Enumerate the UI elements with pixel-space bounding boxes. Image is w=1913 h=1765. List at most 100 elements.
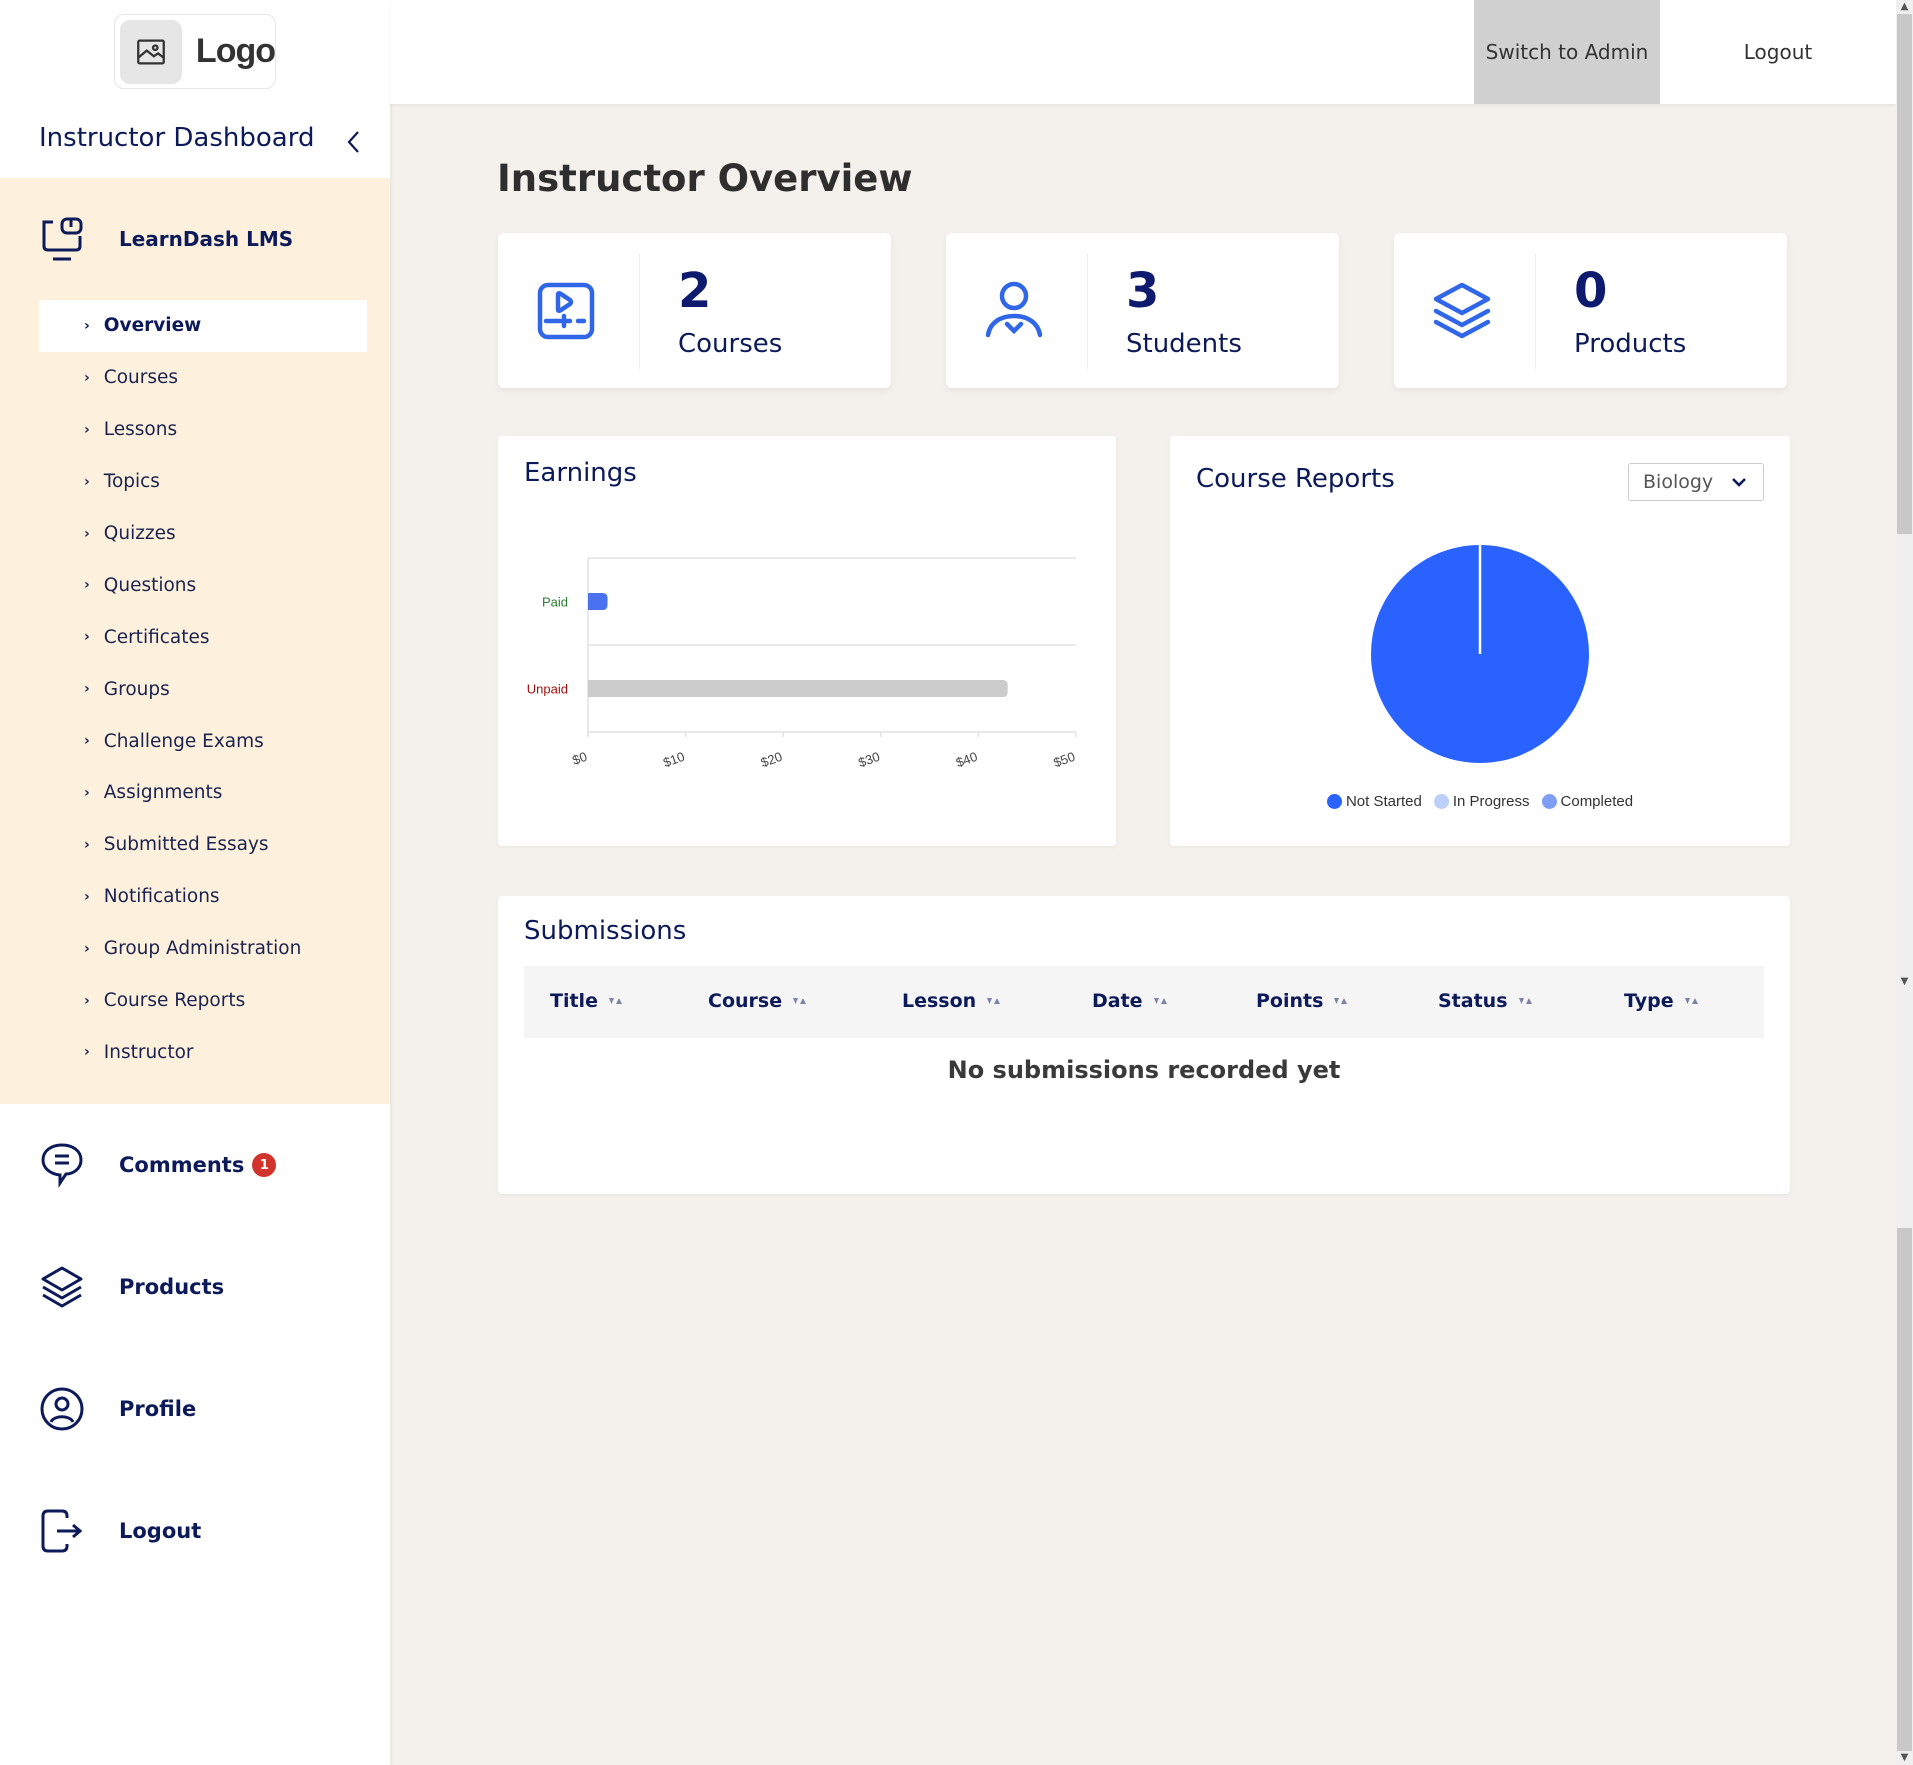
stat-card-products[interactable]: 0 Products xyxy=(1394,233,1787,388)
sidebar-item-instructor[interactable]: › Instructor xyxy=(39,1026,367,1078)
image-placeholder-icon xyxy=(120,19,182,84)
learndash-board-icon xyxy=(42,217,83,261)
collapse-sidebar-button[interactable] xyxy=(341,127,365,157)
chevron-right-icon: › xyxy=(84,888,90,905)
card-divider xyxy=(639,253,640,369)
sidebar-item-comments[interactable]: Comments 1 xyxy=(39,1142,277,1188)
students-label: Students xyxy=(1126,329,1242,359)
learndash-lms-label: LearnDash LMS xyxy=(119,227,294,251)
legend-swatch xyxy=(1433,794,1449,809)
column-header-date[interactable]: Date xyxy=(1092,990,1171,1012)
sidebar-item-topics[interactable]: › Topics xyxy=(39,456,367,508)
submissions-panel: Submissions Title Course Lesson Date Poi… xyxy=(498,896,1790,1194)
course-reports-pie-chart xyxy=(1371,545,1589,763)
x-tick-label: $10 xyxy=(661,749,687,771)
card-divider xyxy=(1535,253,1536,369)
stat-card-students[interactable]: 3 Students xyxy=(946,233,1339,388)
sidebar-item-profile[interactable]: Profile xyxy=(39,1386,196,1432)
sort-icon xyxy=(987,998,1001,1004)
scrollbar-thumb[interactable] xyxy=(1897,1228,1912,1751)
chevron-right-icon: › xyxy=(84,681,90,698)
scroll-down-arrow[interactable]: ▼ xyxy=(1896,1751,1913,1765)
sidebar-item-products[interactable]: Products xyxy=(39,1264,224,1310)
learndash-lms-nav[interactable]: LearnDash LMS xyxy=(39,216,293,262)
products-label: Products xyxy=(119,1275,225,1299)
submissions-table-header: Title Course Lesson Date Points Status T… xyxy=(524,966,1764,1038)
logo[interactable]: Logo xyxy=(114,14,276,89)
sidebar-item-challenge-exams[interactable]: › Challenge Exams xyxy=(39,715,367,767)
sort-icon xyxy=(1684,998,1698,1004)
legend-swatch xyxy=(1326,794,1342,809)
x-tick-label: $40 xyxy=(954,749,980,771)
sidebar-item-courses[interactable]: › Courses xyxy=(39,352,367,404)
column-header-points[interactable]: Points xyxy=(1256,990,1351,1012)
sidebar-item-lessons[interactable]: › Lessons xyxy=(39,404,367,456)
top-logout-button[interactable]: Logout xyxy=(1660,0,1896,104)
sort-icon xyxy=(608,998,622,1004)
card-divider xyxy=(1087,253,1088,369)
course-reports-panel: Course Reports Biology Not Started In Pr… xyxy=(1170,436,1790,846)
stat-card-courses[interactable]: 2 Courses xyxy=(498,233,891,388)
products-count: 0 xyxy=(1574,263,1608,319)
pie-legend: Not Started In Progress Completed xyxy=(1170,793,1790,810)
comment-icon xyxy=(41,1143,83,1188)
chevron-right-icon: › xyxy=(84,369,90,386)
sidebar-item-group-administration[interactable]: › Group Administration xyxy=(39,923,367,975)
sidebar-item-course-reports[interactable]: › Course Reports xyxy=(39,975,367,1027)
page-scrollbar[interactable]: ▲ ▼ ▼ xyxy=(1896,0,1913,1765)
chevron-right-icon: › xyxy=(84,317,90,334)
sidebar-item-quizzes[interactable]: › Quizzes xyxy=(39,508,367,560)
sidebar-item-notifications[interactable]: › Notifications xyxy=(39,871,367,923)
earnings-panel: Earnings $0 $10 $20 $30 $40 $50 Paid Unpaid xyxy=(498,436,1116,846)
chevron-right-icon: › xyxy=(84,733,90,750)
sidebar-item-overview[interactable]: › Overview xyxy=(39,300,367,352)
legend-item-completed[interactable]: Completed xyxy=(1541,793,1633,810)
sidebar-item-groups[interactable]: › Groups xyxy=(39,663,367,715)
sidebar-item-questions[interactable]: › Questions xyxy=(39,559,367,611)
profile-icon xyxy=(40,1387,84,1431)
layers-icon xyxy=(41,1266,83,1308)
sidebar-item-logout[interactable]: Logout xyxy=(39,1508,201,1554)
comments-count-badge: 1 xyxy=(252,1153,277,1177)
chevron-left-icon xyxy=(347,131,359,153)
category-label-paid: Paid xyxy=(542,595,568,610)
scroll-down-arrow[interactable]: ▼ xyxy=(1896,975,1913,989)
profile-label: Profile xyxy=(119,1397,197,1421)
switch-to-admin-button[interactable]: Switch to Admin xyxy=(1474,0,1660,104)
scrollbar-thumb[interactable] xyxy=(1897,14,1912,534)
category-label-unpaid: Unpaid xyxy=(527,682,568,697)
column-header-status[interactable]: Status xyxy=(1438,990,1536,1012)
column-header-course[interactable]: Course xyxy=(708,990,810,1012)
comments-label: Comments xyxy=(119,1153,245,1177)
column-header-lesson[interactable]: Lesson xyxy=(902,990,1004,1012)
column-header-type[interactable]: Type xyxy=(1624,990,1702,1012)
chevron-right-icon: › xyxy=(84,473,90,490)
top-bar: Switch to Admin Logout xyxy=(390,0,1896,104)
submissions-title: Submissions xyxy=(524,916,687,946)
courses-count: 2 xyxy=(678,263,712,319)
students-count: 3 xyxy=(1126,263,1160,319)
chevron-right-icon: › xyxy=(84,525,90,542)
products-label: Products xyxy=(1574,329,1687,359)
x-tick-label: $20 xyxy=(759,749,785,771)
sidebar-item-assignments[interactable]: › Assignments xyxy=(39,767,367,819)
sidebar-item-submitted-essays[interactable]: › Submitted Essays xyxy=(39,819,367,871)
sort-icon xyxy=(1153,998,1167,1004)
column-header-title[interactable]: Title xyxy=(550,990,626,1012)
scroll-up-arrow[interactable]: ▲ xyxy=(1896,0,1913,14)
legend-item-in-progress[interactable]: In Progress xyxy=(1433,793,1530,810)
chevron-right-icon: › xyxy=(84,940,90,957)
learndash-submenu: › Overview › Courses › Lessons › Topics › Qui… xyxy=(39,300,367,1078)
chevron-right-icon: › xyxy=(84,784,90,801)
logout-icon xyxy=(41,1509,83,1553)
legend-swatch xyxy=(1541,794,1557,809)
legend-item-not-started[interactable]: Not Started xyxy=(1326,793,1422,810)
sort-icon xyxy=(1334,998,1348,1004)
sort-icon xyxy=(1518,998,1532,1004)
course-video-icon xyxy=(537,282,595,340)
chevron-right-icon: › xyxy=(84,992,90,1009)
sidebar-item-certificates[interactable]: › Certificates xyxy=(39,611,367,663)
chevron-right-icon: › xyxy=(84,577,90,594)
learndash-section: LearnDash LMS › Overview › Courses › Lesson… xyxy=(0,178,390,1104)
logout-label: Logout xyxy=(119,1519,202,1543)
